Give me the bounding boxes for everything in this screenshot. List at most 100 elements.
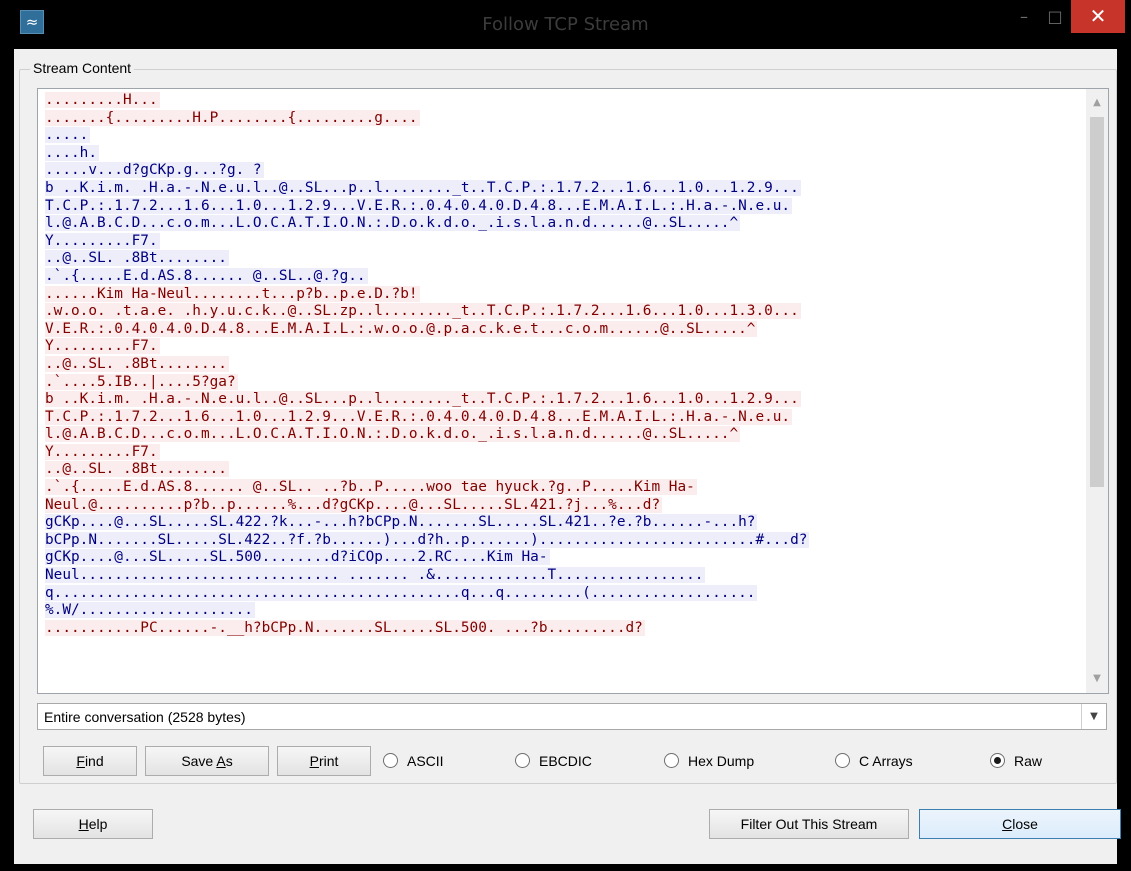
stream-line-text: b ..K.i.m. .H.a.-.N.e.u.l..@..SL...p..l.… [45,179,801,196]
maximize-button[interactable]: □ [1041,0,1069,33]
window-close-button[interactable]: ✕ [1071,0,1125,33]
stream-line-text: Y.........F7. [45,232,160,249]
radio-hex-dump[interactable]: Hex Dump [664,746,754,776]
stream-line-text: V.E.R.:.0.4.0.4.0.D.4.8...E.M.A.I.L.:.w.… [45,320,758,337]
server-data-line: bCPp.N.......SL.....SL.422..?f.?b......)… [45,531,1081,550]
radio-hex-dump-circle[interactable] [664,752,679,768]
server-data-line: .`.{.....E.d.AS.8...... @..SL..@.?g.. [45,267,1081,286]
client-data-line: .........H... [45,92,1081,110]
radio-hex-dump-label: Hex Dump [688,753,755,769]
chevron-down-icon[interactable]: ▼ [1081,704,1106,729]
radio-c-arrays[interactable]: C Arrays [835,746,913,776]
stream-line-text: ..@..SL. .8Bt........ [45,250,229,267]
stream-line-text: ...........PC......-.__h?bCPp.N.......SL… [45,619,645,636]
client-data-line: V.E.R.:.0.4.0.4.0.D.4.8...E.M.A.I.L.:.w.… [45,320,1081,339]
save-as-label-key: A [216,753,226,769]
find-button[interactable]: Find [43,746,137,776]
client-data-line: Neul.@..........p?b..p......%...d?gCKp..… [45,496,1081,515]
stream-line-text: Y.........F7. [45,338,160,355]
scroll-down-icon[interactable]: ▼ [1086,669,1108,689]
client-data-line: Y.........F7. [45,338,1081,356]
server-data-line: ....h. [45,144,1081,163]
client-data-line: ..@..SL. .8Bt........ [45,461,1081,479]
client-data-line: ......Kim Ha-Neul........t...p?b..p.e.D.… [45,285,1081,304]
stream-line-text: .........H... [45,92,160,108]
client-data-line: ..@..SL. .8Bt........ [45,355,1081,374]
radio-raw-label: Raw [1014,753,1043,769]
scrollbar-thumb[interactable] [1090,117,1104,487]
stream-line-text: T.C.P.:.1.7.2...1.6...1.0...1.2.9...V.E.… [45,408,793,425]
stream-line-text: .w.o.o. .t.a.e. .h.y.u.c.k..@..SL.zp..l.… [45,303,801,320]
server-data-line: .....v...d?gCKp.g...?g. ? [45,162,1081,180]
save-as-button[interactable]: Save As [145,746,269,776]
server-data-line: ..... [45,127,1081,145]
print-label-key: P [309,753,319,769]
radio-ascii-circle[interactable] [383,752,398,768]
stream-line-text: .`.{.....E.d.AS.8...... @..SL..@.?g.. [45,267,368,284]
title-bar[interactable]: ≈ Follow TCP Stream – □ ✕ [6,0,1125,49]
filter-out-stream-button[interactable]: Filter Out This Stream [709,809,909,839]
radio-ebcdic[interactable]: EBCDIC [515,746,592,776]
client-data-line: b ..K.i.m. .H.a.-.N.e.u.l..@..SL...p..l.… [45,391,1081,409]
radio-ascii[interactable]: ASCII [383,746,444,776]
stream-line-text: bCPp.N.......SL.....SL.422..?f.?b......)… [45,531,810,548]
stream-line-text: gCKp....@...SL.....SL.422.?k...-...h?bCP… [45,514,758,531]
stream-line-text: T.C.P.:.1.7.2...1.6...1.0...1.2.9...V.E.… [45,197,793,214]
stream-text[interactable]: .........H... .......{.........H.P.......… [45,92,1081,690]
client-data-line: l.@.A.B.C.D...c.o.m...L.O.C.A.T.I.O.N.:.… [45,426,1081,444]
radio-ebcdic-circle[interactable] [515,752,530,768]
radio-ebcdic-label: EBCDIC [539,753,592,769]
radio-raw[interactable]: Raw [990,746,1042,776]
server-data-line: T.C.P.:.1.7.2...1.6...1.0...1.2.9...V.E.… [45,197,1081,216]
stream-line-text: q.......................................… [45,584,758,601]
server-data-line: gCKp....@...SL.....SL.500........d?iCOp.… [45,549,1081,567]
window-title: Follow TCP Stream [482,14,649,35]
stream-line-text: .`....5.IB..|....5?ga? [45,373,238,390]
stream-line-text: .......{.........H.P........{.........g.… [45,109,420,126]
stream-line-text: %.W/.................... [45,602,255,619]
server-data-line: b ..K.i.m. .H.a.-.N.e.u.l..@..SL...p..l.… [45,179,1081,198]
client-data-line: Y.........F7. [45,443,1081,462]
stream-line-text: ......Kim Ha-Neul........t...p?b..p.e.D.… [45,285,420,302]
conversation-select[interactable]: Entire conversation (2528 bytes) ▼ [37,703,1107,730]
stream-line-text: gCKp....@...SL.....SL.500........d?iCOp.… [45,549,550,566]
stream-line-text: ..@..SL. .8Bt........ [45,355,229,372]
help-button[interactable]: Help [33,809,153,839]
stream-content-view[interactable]: .........H... .......{.........H.P.......… [37,88,1109,694]
server-data-line: q.......................................… [45,584,1081,603]
help-label-key: H [78,816,89,832]
stream-line-text: l.@.A.B.C.D...c.o.m...L.O.C.A.T.I.O.N.:.… [45,426,741,443]
server-data-line: ..@..SL. .8Bt........ [45,250,1081,268]
stream-content-label: Stream Content [30,60,135,76]
client-data-line: .......{.........H.P........{.........g.… [45,109,1081,128]
radio-ascii-label: ASCII [407,753,444,769]
client-data-line: T.C.P.:.1.7.2...1.6...1.0...1.2.9...V.E.… [45,408,1081,427]
client-data-line: .w.o.o. .t.a.e. .h.y.u.c.k..@..SL.zp..l.… [45,303,1081,321]
server-data-line: Y.........F7. [45,232,1081,251]
stream-line-text: .`.{.....E.d.AS.8...... @..SL.. ..?b..P.… [45,479,697,496]
vertical-scrollbar[interactable]: ▲ ▼ [1086,89,1108,693]
scroll-up-icon[interactable]: ▲ [1086,93,1108,113]
server-data-line: Neul.............................. .....… [45,567,1081,585]
stream-line-text: l.@.A.B.C.D...c.o.m...L.O.C.A.T.I.O.N.:.… [45,215,741,232]
print-label-post: rint [318,753,339,769]
radio-raw-circle[interactable] [990,752,1005,768]
server-data-line: gCKp....@...SL.....SL.422.?k...-...h?bCP… [45,514,1081,532]
close-button[interactable]: Close [919,809,1121,839]
stream-line-text: b ..K.i.m. .H.a.-.N.e.u.l..@..SL...p..l.… [45,391,801,408]
stream-line-text: Y.........F7. [45,443,160,460]
server-data-line: l.@.A.B.C.D...c.o.m...L.O.C.A.T.I.O.N.:.… [45,215,1081,233]
conversation-select-value: Entire conversation (2528 bytes) [44,709,246,725]
save-as-label-post: s [225,753,233,769]
stream-line-text: ....h. [45,144,99,161]
radio-c-arrays-label: C Arrays [859,753,913,769]
stream-line-text: ..@..SL. .8Bt........ [45,461,229,478]
find-label-key: F [76,753,85,769]
radio-c-arrays-circle[interactable] [835,752,850,768]
client-data-line: ...........PC......-.__h?bCPp.N.......SL… [45,619,1081,638]
print-button[interactable]: Print [277,746,371,776]
minimize-button[interactable]: – [1009,0,1039,33]
stream-line-text: Neul.@..........p?b..p......%...d?gCKp..… [45,496,663,513]
stream-line-text: .....v...d?gCKp.g...?g. ? [45,162,264,179]
find-label-post: ind [84,753,104,769]
